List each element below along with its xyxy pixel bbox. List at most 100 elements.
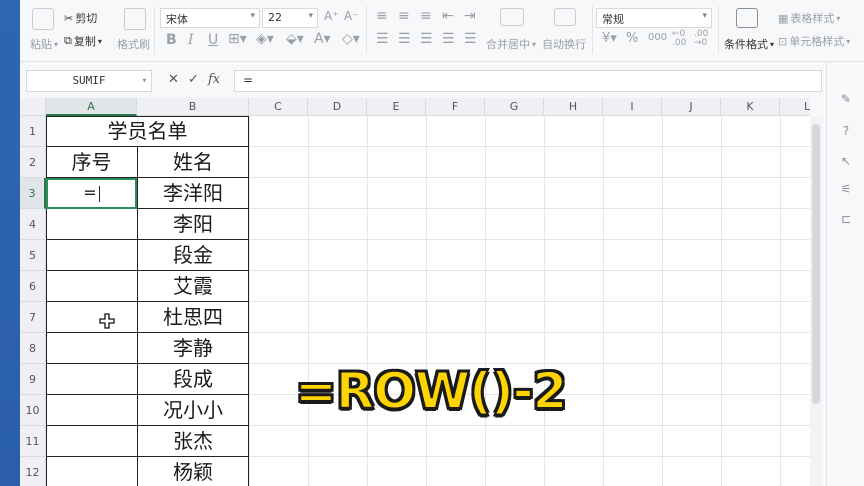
align-bottom-icon[interactable]: ≡ (420, 8, 432, 24)
border-icon[interactable]: ⊞▾ (228, 31, 247, 47)
number-format-select[interactable]: 常规 ▾ (596, 8, 712, 28)
column-header[interactable]: G (485, 98, 544, 116)
copy-icon: ⧉ (64, 34, 72, 47)
font-grow-icon[interactable]: A⁺ (324, 9, 339, 23)
cell-title[interactable]: 学员名单 (46, 116, 249, 147)
justify-icon[interactable]: ☰ (442, 31, 455, 47)
cell-header-name[interactable]: 姓名 (137, 147, 249, 178)
decrease-decimal-icon[interactable]: .00 →0 (694, 30, 708, 48)
pointer-icon[interactable]: ↖ (839, 154, 853, 168)
conditional-format-icon[interactable] (736, 8, 758, 28)
scrollbar-thumb[interactable] (812, 124, 820, 404)
active-cell-editor[interactable]: = (46, 178, 137, 209)
column-header[interactable]: D (308, 98, 367, 116)
increase-decimal-icon[interactable]: ←0.00 (672, 30, 686, 48)
name-box[interactable]: SUMIF ▾ (26, 70, 152, 92)
cell-name[interactable]: 李洋阳 (137, 178, 249, 209)
cell-select-cursor-icon (99, 313, 115, 329)
panel-icon[interactable]: ⊏ (839, 212, 853, 226)
align-center-icon[interactable]: ☰ (398, 31, 411, 47)
row-header[interactable]: 8 (20, 333, 46, 364)
column-header[interactable]: K (721, 98, 780, 116)
cancel-icon[interactable]: ✕ (168, 72, 179, 87)
column-header[interactable]: E (367, 98, 426, 116)
cell-name[interactable]: 杜思四 (137, 302, 249, 333)
row-header[interactable]: 11 (20, 426, 46, 457)
merge-center-button[interactable]: 合并居中 ▾ (486, 36, 536, 52)
fill-icon[interactable]: ◈▾ (256, 31, 274, 47)
percent-button[interactable]: % (626, 31, 638, 46)
bold-button[interactable]: B (166, 32, 177, 48)
vertical-scrollbar[interactable] (810, 116, 822, 486)
paste-icon[interactable] (32, 8, 54, 30)
paste-button[interactable]: 粘贴 ▾ (30, 36, 58, 52)
help-icon[interactable]: ? (839, 124, 853, 138)
cell-name[interactable]: 艾霞 (137, 271, 249, 302)
italic-button[interactable]: I (188, 32, 194, 48)
row-header[interactable]: 10 (20, 395, 46, 426)
sliders-icon[interactable]: ⚟ (839, 182, 853, 196)
column-header[interactable]: I (603, 98, 662, 116)
align-right-icon[interactable]: ☰ (420, 31, 433, 47)
format-painter-icon[interactable] (124, 8, 146, 30)
font-shrink-icon[interactable]: A⁻ (344, 9, 359, 23)
row-header[interactable]: 4 (20, 209, 46, 240)
cell-name[interactable]: 张杰 (137, 426, 249, 457)
row-header[interactable]: 1 (20, 116, 46, 147)
align-middle-icon[interactable]: ≡ (398, 8, 410, 24)
column-header[interactable]: C (249, 98, 308, 116)
cell-header-seq[interactable]: 序号 (46, 147, 137, 178)
currency-button[interactable]: ¥▾ (602, 31, 617, 46)
row-header[interactable]: 3 (20, 178, 46, 209)
row-header[interactable]: 7 (20, 302, 46, 333)
column-header[interactable]: H (544, 98, 603, 116)
cell-style-button[interactable]: ⊡ 单元格样式 ▾ (778, 33, 850, 49)
column-header[interactable]: B (137, 98, 249, 116)
formula-input[interactable]: = (234, 70, 822, 92)
fx-icon[interactable]: fx (208, 72, 220, 87)
row-header[interactable]: 5 (20, 240, 46, 271)
enter-icon[interactable]: ✓ (188, 72, 199, 87)
conditional-format-button[interactable]: 条件格式 ▾ (724, 36, 774, 52)
cell-name[interactable]: 况小小 (137, 395, 249, 426)
font-name-select[interactable]: 宋体 ▾ (160, 8, 260, 28)
indent-right-icon[interactable]: ⇥ (464, 8, 476, 24)
sheet-grid[interactable]: A B C D E F G H I J K L 1 2 3 4 5 6 7 8 … (20, 98, 810, 486)
align-left-icon[interactable]: ☰ (376, 31, 389, 47)
column-header[interactable]: A (46, 98, 137, 116)
column-header[interactable]: F (426, 98, 485, 116)
font-size-select[interactable]: 22 ▾ (262, 8, 318, 28)
divider (592, 6, 593, 54)
cut-button[interactable]: ✂ 剪切 (64, 10, 97, 26)
distribute-icon[interactable]: ☰ (464, 31, 477, 47)
eraser-icon[interactable]: ◇▾ (342, 31, 360, 47)
row-header[interactable]: 12 (20, 457, 46, 486)
copy-button[interactable]: ⧉ 复制 ▾ (64, 33, 102, 49)
brush-icon[interactable]: ✎ (839, 92, 853, 106)
font-color-icon[interactable]: A▾ (314, 31, 331, 47)
wrap-text-icon[interactable] (554, 8, 576, 26)
cell-name[interactable]: 段成 (137, 364, 249, 395)
formula-bar: SUMIF ▾ ✕ ✓ fx = (20, 68, 864, 94)
row-header[interactable]: 6 (20, 271, 46, 302)
format-painter-button[interactable]: 格式刷 (117, 36, 150, 52)
cell-name[interactable]: 段金 (137, 240, 249, 271)
column-header[interactable]: J (662, 98, 721, 116)
underline-button[interactable]: U (208, 32, 218, 48)
row-header[interactable]: 2 (20, 147, 46, 178)
ribbon-toolbar: 粘贴 ▾ ✂ 剪切 ⧉ 复制 ▾ 格式刷 宋体 ▾ 22 ▾ A⁺ A⁻ B I U ⊞▾ … (20, 0, 864, 62)
merge-center-icon[interactable] (500, 8, 524, 26)
align-top-icon[interactable]: ≡ (376, 8, 388, 24)
highlight-icon[interactable]: ⬙▾ (286, 31, 304, 47)
cell-name[interactable]: 李静 (137, 333, 249, 364)
cell-name[interactable]: 李阳 (137, 209, 249, 240)
wrap-text-button[interactable]: 自动换行 (542, 36, 586, 52)
indent-left-icon[interactable]: ⇤ (442, 8, 454, 24)
cell-name[interactable]: 杨颖 (137, 457, 249, 486)
right-sidebar: ✎ ? ↖ ⚟ ⊏ (826, 62, 864, 486)
thousands-button[interactable]: 000 (648, 32, 667, 43)
row-header[interactable]: 9 (20, 364, 46, 395)
column-header[interactable]: L (780, 98, 810, 116)
table-style-button[interactable]: ▦ 表格样式 ▾ (778, 10, 840, 26)
select-all-corner[interactable] (20, 98, 46, 116)
